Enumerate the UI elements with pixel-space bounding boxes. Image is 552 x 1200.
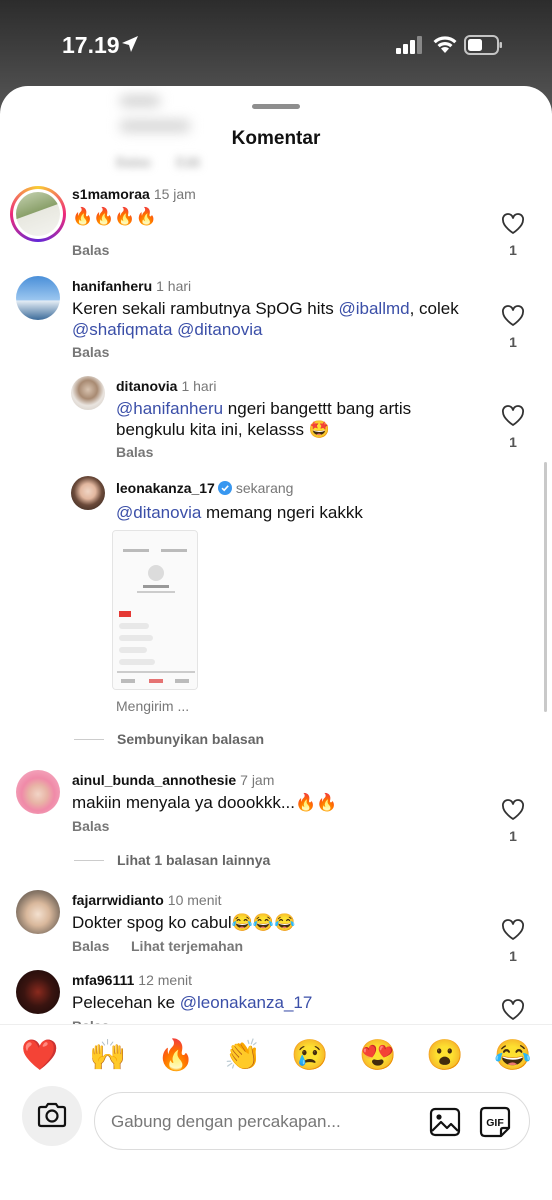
comments-sheet: Komentar Balas Edit s1mamoraa 15 jam 🔥🔥🔥🔥… bbox=[0, 86, 552, 1200]
ghost-edit-label: Edit bbox=[176, 154, 201, 170]
image-upload-icon[interactable] bbox=[429, 1107, 461, 1137]
comment-text-part: memang ngeri kakkk bbox=[201, 503, 363, 522]
comment-time: 12 menit bbox=[138, 972, 192, 988]
comment-header: ditanovia 1 hari bbox=[116, 378, 217, 394]
comment-text: 🔥🔥🔥🔥 bbox=[72, 207, 157, 226]
comment-header: s1mamoraa 15 jam bbox=[72, 186, 196, 202]
comment-text: Dokter spog ko cabul😂😂😂 bbox=[72, 913, 296, 932]
avatar[interactable] bbox=[10, 186, 66, 242]
cellular-signal-icon bbox=[396, 36, 422, 54]
comment-text-part: Keren sekali rambutnya SpOG hits bbox=[72, 299, 339, 318]
comment-header: leonakanza_17 sekarang bbox=[116, 480, 293, 496]
thread-divider bbox=[74, 739, 104, 740]
reply-button[interactable]: Balas bbox=[72, 344, 109, 360]
comment-header: mfa96111 12 menit bbox=[72, 972, 192, 988]
heart-icon[interactable] bbox=[501, 304, 525, 328]
comment-username[interactable]: ainul_bunda_annothesie bbox=[72, 772, 236, 788]
heart-icon[interactable] bbox=[501, 404, 525, 428]
comment-time: 10 menit bbox=[167, 892, 222, 908]
like-count: 1 bbox=[509, 242, 517, 258]
comment-text: Keren sekali rambutnya SpOG hits @iballm… bbox=[72, 298, 492, 340]
mention-link[interactable]: @ditanovia bbox=[116, 503, 201, 522]
reply-button[interactable]: Balas bbox=[116, 444, 153, 460]
avatar[interactable] bbox=[71, 476, 105, 510]
avatar[interactable] bbox=[71, 376, 105, 410]
comment-text: @ditanovia memang ngeri kakkk bbox=[116, 502, 363, 523]
hide-replies-button[interactable]: Sembunyikan balasan bbox=[117, 731, 264, 747]
comment-input-box: GIF bbox=[94, 1092, 530, 1150]
status-time: 17.19 bbox=[62, 32, 120, 58]
like-count: 1 bbox=[509, 948, 517, 964]
emoji-raised-hands-button[interactable]: 🙌 bbox=[89, 1039, 126, 1073]
sheet-grabber[interactable] bbox=[252, 104, 300, 109]
avatar[interactable] bbox=[16, 970, 60, 1014]
comment-header: fajarrwidianto 10 menit bbox=[72, 892, 222, 908]
sheet-title: Komentar bbox=[231, 128, 321, 149]
battery-icon bbox=[464, 35, 502, 55]
emoji-fire-button[interactable]: 🔥 bbox=[157, 1039, 194, 1073]
like-count: 1 bbox=[509, 434, 517, 450]
reply-button[interactable]: Balas bbox=[72, 938, 109, 954]
mention-link[interactable]: @ditanovia bbox=[177, 320, 262, 339]
avatar[interactable] bbox=[16, 276, 60, 320]
camera-icon bbox=[37, 1102, 67, 1128]
emoji-clap-button[interactable]: 👏 bbox=[224, 1039, 261, 1073]
wifi-icon bbox=[433, 36, 457, 53]
reply-button[interactable]: Balas bbox=[72, 242, 109, 258]
emoji-heart-eyes-button[interactable]: 😍 bbox=[359, 1039, 396, 1073]
avatar[interactable] bbox=[16, 890, 60, 934]
reply-button[interactable]: Balas bbox=[72, 818, 109, 834]
comment-username[interactable]: hanifanheru bbox=[72, 278, 152, 294]
comment-header: ainul_bunda_annothesie 7 jam bbox=[72, 772, 274, 788]
comment-username[interactable]: mfa96111 bbox=[72, 972, 134, 988]
sending-status: Mengirim ... bbox=[116, 698, 190, 714]
comment-text: makiin menyala ya doookkk...🔥🔥 bbox=[72, 793, 338, 812]
like-count: 1 bbox=[509, 828, 517, 844]
comment-header: hanifanheru 1 hari bbox=[72, 278, 191, 294]
comment-text: Pelecehan ke @leonakanza_17 bbox=[72, 992, 312, 1013]
comment-username[interactable]: ditanovia bbox=[116, 378, 177, 394]
emoji-laughing-button[interactable]: 😂 bbox=[494, 1039, 531, 1073]
heart-icon[interactable] bbox=[501, 212, 525, 236]
comment-time: 1 hari bbox=[156, 278, 192, 294]
mention-link[interactable]: @leonakanza_17 bbox=[180, 993, 313, 1012]
comment-username[interactable]: s1mamoraa bbox=[72, 186, 150, 202]
mention-link[interactable]: @hanifanheru bbox=[116, 399, 223, 418]
heart-icon[interactable] bbox=[501, 798, 525, 822]
comment-text-part: Pelecehan ke bbox=[72, 993, 180, 1012]
heart-icon[interactable] bbox=[501, 918, 525, 942]
like-count: 1 bbox=[509, 334, 517, 350]
emoji-surprised-button[interactable]: 😮 bbox=[426, 1039, 463, 1073]
avatar[interactable] bbox=[16, 770, 60, 814]
attached-screenshot-image[interactable] bbox=[112, 530, 198, 690]
status-bar: 17.19 bbox=[0, 0, 552, 90]
mention-link[interactable]: @shafiqmata bbox=[72, 320, 172, 339]
gif-icon[interactable]: GIF bbox=[479, 1106, 511, 1138]
comment-text: @hanifanheru ngeri bangettt bang artis b… bbox=[116, 398, 436, 440]
ghost-reply-label: Balas bbox=[116, 154, 152, 170]
camera-button[interactable] bbox=[22, 1086, 82, 1146]
comment-composer-row: GIF bbox=[0, 1086, 552, 1166]
comment-time: 15 jam bbox=[153, 186, 196, 202]
emoji-crying-button[interactable]: 😢 bbox=[291, 1039, 328, 1073]
comment-time: sekarang bbox=[235, 480, 294, 496]
verified-badge-icon bbox=[217, 481, 232, 495]
comment-time: 1 hari bbox=[181, 378, 217, 394]
scrollbar[interactable] bbox=[544, 462, 547, 712]
emoji-reaction-bar: ❤️ 🙌 🔥 👏 😢 😍 😮 😂 bbox=[0, 1024, 552, 1086]
svg-text:GIF: GIF bbox=[486, 1117, 504, 1129]
thread-divider bbox=[74, 860, 104, 861]
view-more-replies-button[interactable]: Lihat 1 balasan lainnya bbox=[117, 852, 270, 868]
comment-username[interactable]: fajarrwidianto bbox=[72, 892, 164, 908]
location-arrow-icon bbox=[122, 36, 138, 52]
heart-icon[interactable] bbox=[501, 998, 525, 1022]
emoji-heart-button[interactable]: ❤️ bbox=[21, 1039, 58, 1073]
comment-text-part: , colek bbox=[409, 299, 459, 318]
comment-time: 7 jam bbox=[240, 772, 275, 788]
comment-username[interactable]: leonakanza_17 bbox=[116, 480, 215, 496]
see-translation-button[interactable]: Lihat terjemahan bbox=[131, 938, 243, 954]
comment-input[interactable] bbox=[111, 1107, 411, 1137]
mention-link[interactable]: @iballmd bbox=[338, 299, 409, 318]
